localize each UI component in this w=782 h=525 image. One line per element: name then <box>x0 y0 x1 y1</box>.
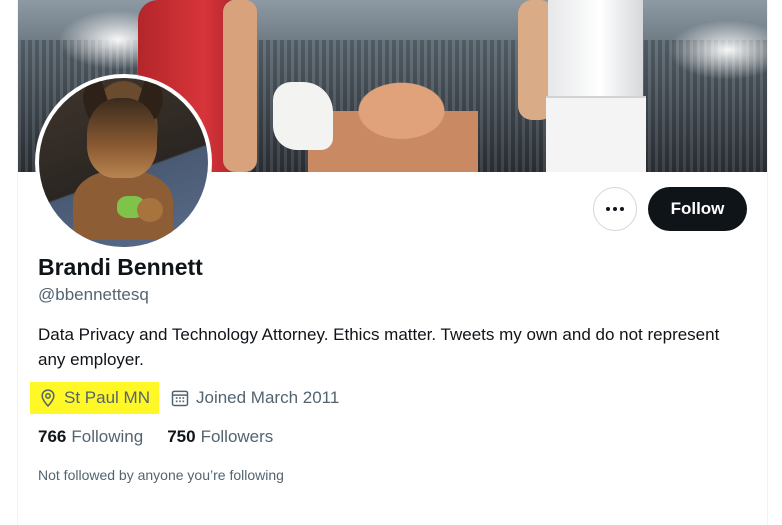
profile-handle: @bbennettesq <box>38 285 149 304</box>
followers-count: 750 <box>167 427 196 446</box>
profile-stats: 766 Following 750 Followers <box>38 427 297 447</box>
banner-player-arm <box>223 0 257 172</box>
more-options-button[interactable] <box>593 187 637 231</box>
followers-label: Followers <box>200 427 274 446</box>
followers-link[interactable]: 750 Followers <box>167 427 273 447</box>
profile-card: Follow Brandi Bennett @bbennettesq Data … <box>17 0 768 525</box>
following-link[interactable]: 766 Following <box>38 427 143 447</box>
profile-meta: St Paul MN Joined March 2011 <box>30 382 339 414</box>
banner-player-shorts <box>546 96 646 172</box>
more-dots-icon <box>613 207 617 211</box>
follow-button[interactable]: Follow <box>648 187 747 231</box>
location-text: St Paul MN <box>64 388 150 407</box>
following-count: 766 <box>38 427 67 446</box>
following-label: Following <box>71 427 144 446</box>
more-dots-icon <box>620 207 624 211</box>
not-followed-notice: Not followed by anyone you’re following <box>38 467 284 483</box>
dog-head <box>87 98 157 178</box>
profile-name: Brandi Bennett <box>38 254 203 280</box>
avatar[interactable] <box>39 78 208 247</box>
more-dots-icon <box>606 207 610 211</box>
joined-text: Joined March 2011 <box>195 388 340 407</box>
banner-towel <box>273 82 333 150</box>
dog-toy <box>137 198 163 222</box>
banner-player-celebrating <box>308 70 478 172</box>
profile-location: St Paul MN <box>30 382 159 414</box>
location-pin-icon <box>41 389 55 407</box>
calendar-icon <box>171 390 189 407</box>
profile-joined: Joined March 2011 <box>170 388 339 408</box>
profile-bio: Data Privacy and Technology Attorney. Et… <box>38 325 720 369</box>
